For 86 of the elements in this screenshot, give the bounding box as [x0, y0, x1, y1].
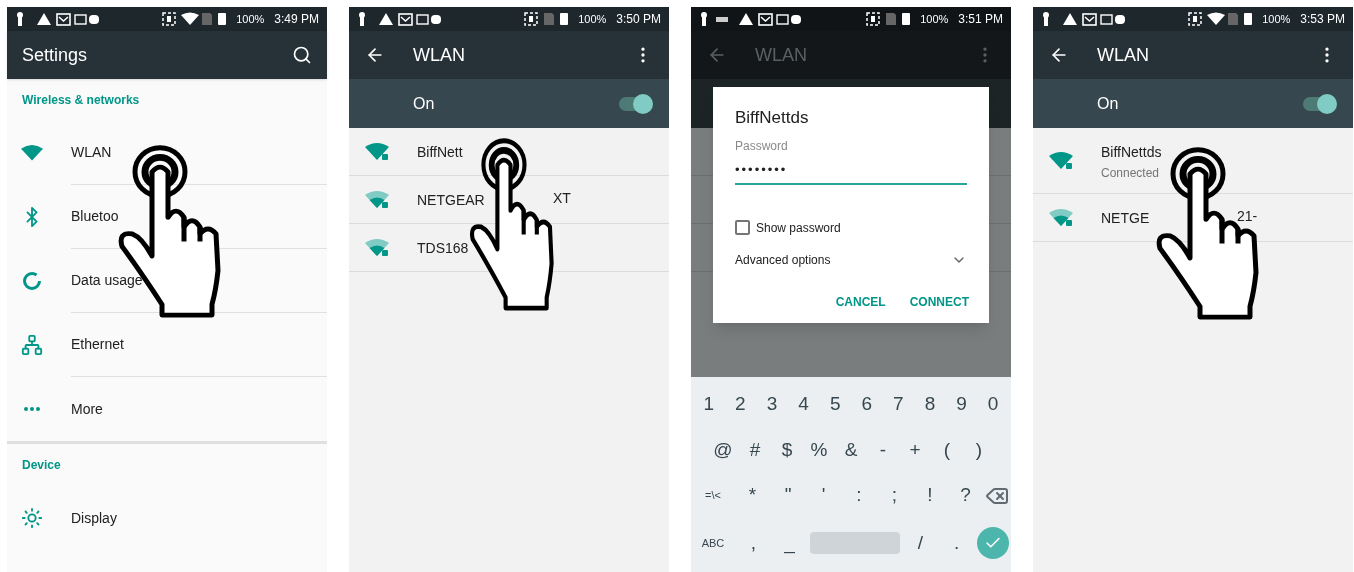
keyboard-key[interactable]: 7	[882, 389, 915, 419]
password-field[interactable]: ••••••••	[735, 156, 967, 185]
settings-item[interactable]: More	[7, 377, 327, 441]
keyboard-key[interactable]: .	[940, 529, 973, 558]
wifi-lock-icon	[365, 141, 389, 162]
keyboard-key[interactable]: 8	[914, 389, 946, 419]
network-name: NETGEAR	[417, 191, 485, 208]
network-name: XT	[553, 188, 571, 208]
keyboard-key[interactable]: 9	[945, 389, 978, 419]
checkbox-label: Show password	[756, 219, 841, 237]
wifi-icon	[21, 144, 43, 162]
wifi-lock-icon	[1049, 207, 1073, 228]
keyboard-key[interactable]: 0	[977, 389, 1009, 419]
keyboard-key[interactable]: 2	[724, 389, 757, 419]
brightness-icon	[21, 507, 43, 529]
keyboard-key[interactable]: ABC	[693, 535, 733, 552]
row-label: Advanced options	[735, 251, 831, 269]
item-label: Data usage	[71, 271, 143, 290]
network-name: BiffNettds	[1101, 143, 1162, 160]
keyboard-key[interactable]: -	[867, 435, 899, 465]
keyboard-key[interactable]: :	[843, 481, 875, 510]
keyboard-key[interactable]: _	[773, 529, 806, 558]
app-title: WLAN	[413, 43, 466, 67]
keyboard-key[interactable]: $	[771, 435, 803, 465]
keyboard-key[interactable]: *	[736, 481, 769, 510]
wlan-switch[interactable]	[619, 96, 651, 111]
status-time: 3:53 PM	[1300, 11, 1345, 28]
keyboard-key[interactable]: %	[803, 435, 835, 465]
wifi-lock-icon	[365, 237, 389, 258]
keyboard-key[interactable]: #	[739, 435, 771, 465]
item-label: Display	[71, 508, 117, 528]
toggle-label: On	[413, 93, 435, 114]
dialog-title: BiffNettds	[735, 107, 810, 129]
dialog-button[interactable]: CANCEL	[835, 292, 886, 311]
keyboard-key[interactable]: 6	[850, 389, 883, 419]
network-name: BiffNett	[417, 143, 463, 160]
keyboard-key[interactable]: "	[772, 481, 804, 510]
keyboard-key[interactable]: 1	[693, 389, 725, 419]
ethernet-icon	[21, 334, 43, 356]
wifi-lock-icon	[1049, 150, 1073, 171]
data-usage-icon	[22, 271, 42, 291]
battery-percentage: 100%	[920, 11, 949, 27]
battery-percentage: 100%	[1262, 11, 1291, 27]
status-time: 3:49 PM	[274, 11, 319, 28]
settings-item[interactable]: Display	[7, 486, 327, 550]
network-name: TDS168	[417, 239, 469, 256]
item-label: Ethernet	[71, 335, 124, 354]
keyboard-key[interactable]: '	[807, 481, 840, 510]
keyboard-key[interactable]: (	[931, 435, 963, 465]
field-label: Password	[735, 137, 789, 155]
section-heading: Wireless & networks	[22, 92, 140, 109]
section-heading: Device	[22, 457, 61, 474]
battery-percentage: 100%	[236, 11, 265, 27]
battery-percentage: 100%	[578, 11, 607, 27]
toggle-label: On	[1097, 93, 1119, 114]
wifi-lock-icon	[365, 189, 389, 210]
app-title: WLAN	[755, 43, 808, 67]
status-time: 3:51 PM	[958, 11, 1003, 28]
keyboard-key[interactable]: &	[835, 435, 867, 465]
item-label: WLAN	[71, 143, 112, 162]
keyboard-key[interactable]: @	[707, 435, 739, 465]
network-name: NETGE	[1101, 209, 1150, 226]
app-title: Settings	[22, 43, 88, 67]
search-icon[interactable]	[292, 45, 312, 65]
keyboard-key[interactable]: !	[914, 481, 946, 510]
wlan-switch[interactable]	[1303, 96, 1335, 111]
keyboard-key[interactable]: 5	[819, 389, 851, 419]
network-name: 21-	[1237, 206, 1258, 226]
item-label: More	[71, 399, 103, 419]
keyboard-key[interactable]: 4	[787, 389, 820, 419]
checkbox[interactable]	[735, 220, 750, 235]
keyboard-key[interactable]: 3	[756, 389, 788, 419]
network-status: Connected	[1101, 164, 1161, 182]
keyboard-key[interactable]: ,	[737, 529, 770, 558]
dialog-button[interactable]: CONNECT	[909, 292, 969, 311]
keyboard-key[interactable]: ?	[949, 481, 982, 510]
advanced-options-row[interactable]: Advanced options	[735, 250, 967, 269]
keyboard-key[interactable]: =\<	[693, 487, 733, 504]
app-title: WLAN	[1097, 43, 1150, 67]
keyboard-key[interactable]: +	[899, 435, 931, 465]
keyboard-key[interactable]: ;	[878, 481, 911, 510]
item-label: Bluetoo	[71, 207, 119, 226]
more-icon	[24, 407, 40, 411]
keyboard-key[interactable]: )	[963, 435, 995, 465]
keyboard-key[interactable]: /	[904, 529, 937, 558]
status-time: 3:50 PM	[616, 11, 661, 28]
